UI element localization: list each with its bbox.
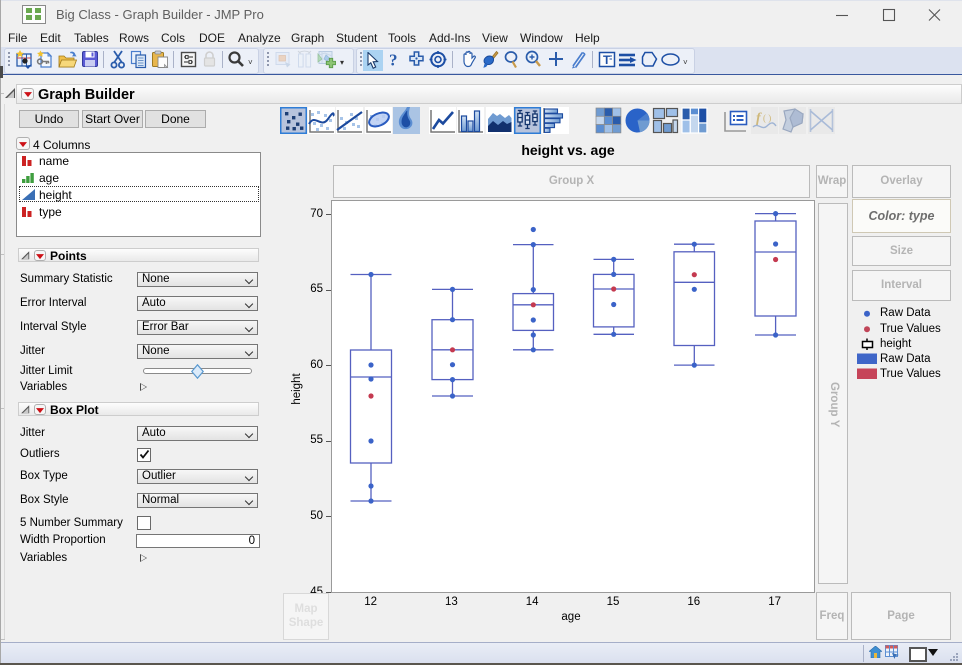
- svg-text:?: ?: [389, 51, 398, 70]
- svg-text:( ): ( ): [763, 113, 771, 123]
- svg-text:T: T: [603, 53, 611, 67]
